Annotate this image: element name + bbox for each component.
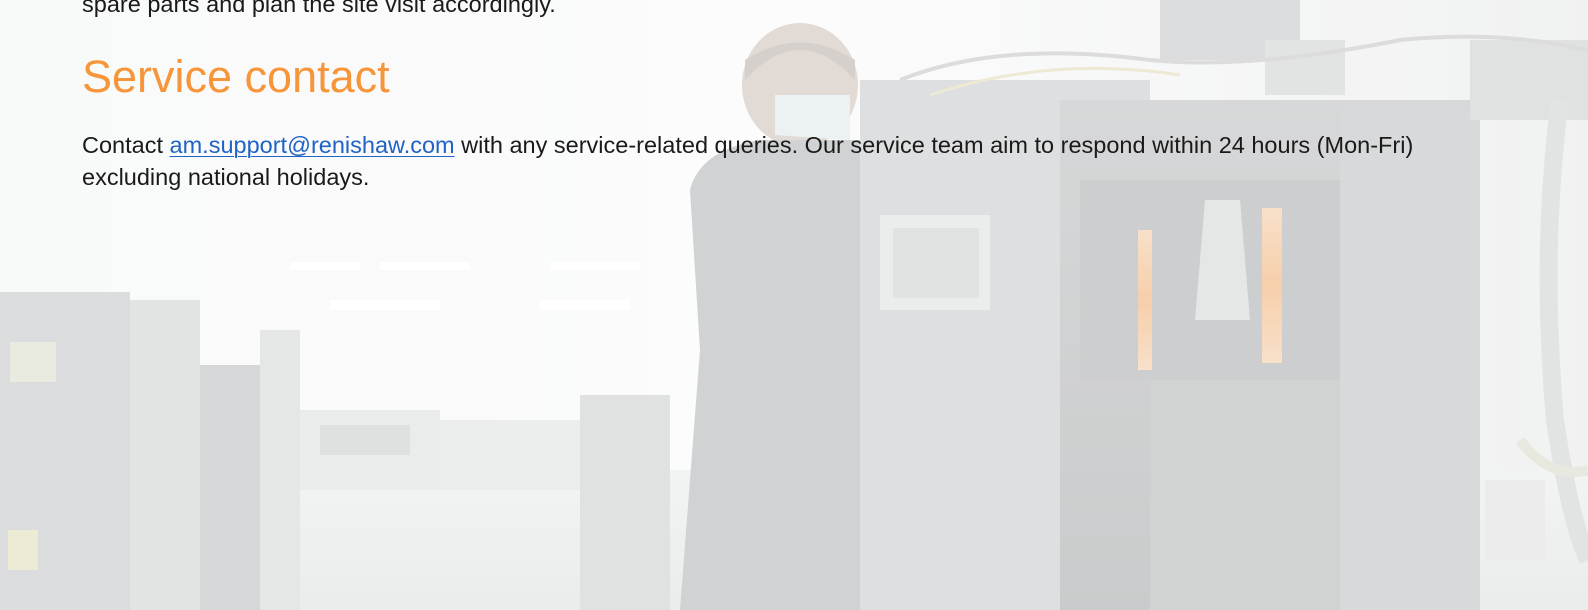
contact-text-before: Contact [82,132,170,158]
previous-paragraph-tail: spare parts and plan the site visit acco… [82,0,556,17]
service-contact-paragraph: Contact am.support@renishaw.com with any… [82,129,1492,193]
support-email-link[interactable]: am.support@renishaw.com [170,132,455,158]
section-heading: Service contact [82,51,390,102]
